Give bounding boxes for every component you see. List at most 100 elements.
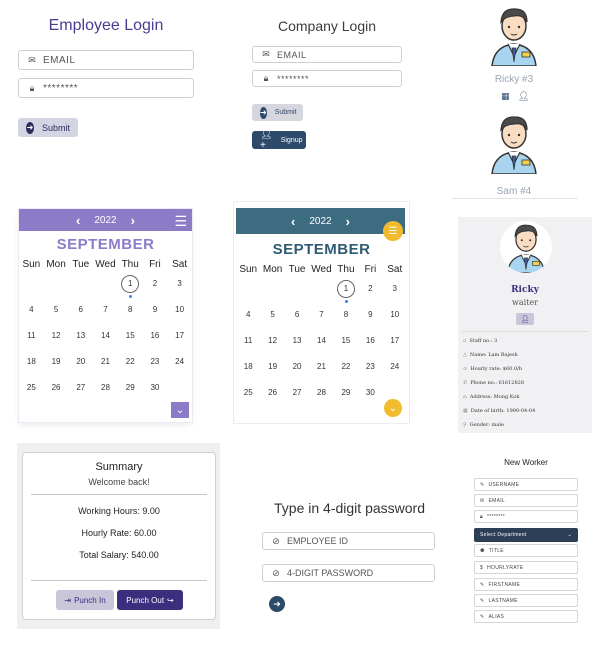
menu-icon[interactable]: ☰ xyxy=(383,221,403,241)
chevron-left-icon[interactable]: ‹ xyxy=(76,213,80,228)
username-field[interactable]: ✎ USERNAME xyxy=(474,478,578,491)
calendar-day[interactable]: 30 xyxy=(358,383,382,409)
company-submit-button[interactable]: ➜ Submit xyxy=(252,104,303,121)
calendar-month: SEPTEMBER xyxy=(56,236,155,253)
punch-out-button[interactable]: Punch Out ↪ xyxy=(117,590,183,610)
calendar-day[interactable]: 15 xyxy=(334,331,358,357)
calendar-day[interactable]: 2 xyxy=(143,274,168,300)
calendar-day[interactable]: 19 xyxy=(260,357,284,383)
calendar-day[interactable]: 22 xyxy=(118,352,143,378)
punch-in-button[interactable]: ⇥ Punch In xyxy=(56,590,114,610)
chevron-right-icon[interactable]: › xyxy=(346,214,350,229)
calendar-day[interactable]: 21 xyxy=(93,352,118,378)
calendar-day[interactable]: 16 xyxy=(143,326,168,352)
calendar-day[interactable]: 2 xyxy=(358,279,382,305)
lock-icon: 🔒︎ xyxy=(263,73,269,83)
worker-avatar-sam[interactable] xyxy=(488,112,540,174)
calendar-day[interactable]: 6 xyxy=(285,305,309,331)
calendar-day[interactable]: 10 xyxy=(167,300,192,326)
calendar-day[interactable]: 6 xyxy=(68,300,93,326)
calendar-day[interactable]: 24 xyxy=(383,357,407,383)
calendar-day[interactable]: 8 xyxy=(334,305,358,331)
calendar-day[interactable]: 13 xyxy=(68,326,93,352)
arrow-right-circle-icon[interactable]: ➜ xyxy=(269,596,285,612)
employee-password-field[interactable]: 🔒︎ ******** xyxy=(18,78,194,98)
company-signup-button[interactable]: 👤︎+ Signup xyxy=(252,129,306,151)
calendar-day[interactable]: 22 xyxy=(334,357,358,383)
calendar-day[interactable]: 12 xyxy=(44,326,69,352)
calendar-day[interactable]: 24 xyxy=(167,352,192,378)
calendar-day[interactable]: 7 xyxy=(93,300,118,326)
company-email-field[interactable]: ✉ EMAIL xyxy=(252,46,402,63)
calendar-day[interactable]: 14 xyxy=(93,326,118,352)
employee-email-field[interactable]: ✉ EMAIL xyxy=(18,50,194,70)
employee-id-field[interactable]: ⊘ EMPLOYEE ID xyxy=(262,532,435,550)
employee-submit-button[interactable]: ➜ Submit xyxy=(18,118,78,137)
calendar-day[interactable]: 1 xyxy=(118,274,143,300)
calendar-day[interactable]: 18 xyxy=(236,357,260,383)
calendar-day[interactable]: 4 xyxy=(19,300,44,326)
chevron-left-icon[interactable]: ‹ xyxy=(291,214,295,229)
calendar-day[interactable]: 29 xyxy=(118,378,143,404)
password-field[interactable]: ⊘ 4-DIGIT PASSWORD xyxy=(262,564,435,582)
calendar-day[interactable]: 11 xyxy=(236,331,260,357)
email-field[interactable]: ✉ EMAIL xyxy=(474,494,578,507)
password-field[interactable]: 🔒︎ ******** xyxy=(474,510,578,523)
company-password-field[interactable]: 🔒︎ ******** xyxy=(252,70,402,87)
calendar-day[interactable]: 26 xyxy=(260,383,284,409)
department-select[interactable]: Select Department ⌄ xyxy=(474,528,578,542)
chevron-down-icon[interactable]: ⌄ xyxy=(384,399,402,417)
calendar-day[interactable]: 30 xyxy=(143,378,168,404)
calendar-day-number: 24 xyxy=(390,362,400,371)
worker-avatar-ricky[interactable] xyxy=(488,4,540,66)
punch-out-label: Punch Out xyxy=(126,595,165,605)
calendar-day[interactable]: 11 xyxy=(19,326,44,352)
calendar-day[interactable]: 20 xyxy=(68,352,93,378)
calendar-day[interactable]: 28 xyxy=(93,378,118,404)
calendar-day[interactable]: 9 xyxy=(143,300,168,326)
firstname-field[interactable]: ✎ FIRSTNAME xyxy=(474,578,578,591)
calendar-day[interactable]: 10 xyxy=(383,305,407,331)
user-id-icon[interactable]: 👤︎ xyxy=(516,313,534,325)
calendar-day[interactable]: 7 xyxy=(309,305,333,331)
calendar-icon[interactable]: ▦ xyxy=(501,91,510,102)
calendar-day[interactable]: 9 xyxy=(358,305,382,331)
calendar-day[interactable]: 27 xyxy=(68,378,93,404)
calendar-day[interactable]: 20 xyxy=(285,357,309,383)
calendar-day[interactable]: 27 xyxy=(285,383,309,409)
calendar-day[interactable]: 25 xyxy=(19,378,44,404)
calendar-day[interactable]: 19 xyxy=(44,352,69,378)
calendar-day-number: 20 xyxy=(76,357,86,366)
calendar-day[interactable]: 29 xyxy=(334,383,358,409)
calendar-day[interactable]: 21 xyxy=(309,357,333,383)
calendar-day[interactable]: 1 xyxy=(334,279,358,305)
calendar-day[interactable]: 17 xyxy=(383,331,407,357)
calendar-day[interactable]: 5 xyxy=(260,305,284,331)
calendar-day[interactable]: 8 xyxy=(118,300,143,326)
alias-field[interactable]: ✎ ALIAS xyxy=(474,610,578,623)
calendar-day[interactable]: 14 xyxy=(309,331,333,357)
calendar-day[interactable]: 18 xyxy=(19,352,44,378)
user-id-icon[interactable]: 👤︎ xyxy=(518,91,529,102)
calendar-day[interactable]: 12 xyxy=(260,331,284,357)
calendar-day[interactable]: 3 xyxy=(383,279,407,305)
calendar-day[interactable]: 17 xyxy=(167,326,192,352)
calendar-day[interactable]: 26 xyxy=(44,378,69,404)
calendar-day[interactable]: 16 xyxy=(358,331,382,357)
chevron-right-icon[interactable]: › xyxy=(131,213,135,228)
calendar-day[interactable]: 5 xyxy=(44,300,69,326)
chevron-down-icon: ⌄ xyxy=(567,532,572,538)
calendar-day[interactable]: 3 xyxy=(167,274,192,300)
calendar-day[interactable]: 4 xyxy=(236,305,260,331)
calendar-day[interactable]: 23 xyxy=(143,352,168,378)
lastname-field[interactable]: ✎ LASTNAME xyxy=(474,594,578,607)
calendar-day[interactable]: 28 xyxy=(309,383,333,409)
title-field[interactable]: ⚉ TITLE xyxy=(474,544,578,557)
chevron-down-icon[interactable]: ⌄ xyxy=(171,402,189,418)
calendar-day[interactable]: 13 xyxy=(285,331,309,357)
hourly-rate-field[interactable]: $ HOURLYRATE xyxy=(474,561,578,574)
menu-icon[interactable]: ☰ xyxy=(174,213,187,230)
calendar-day[interactable]: 23 xyxy=(358,357,382,383)
calendar-day[interactable]: 25 xyxy=(236,383,260,409)
calendar-day[interactable]: 15 xyxy=(118,326,143,352)
